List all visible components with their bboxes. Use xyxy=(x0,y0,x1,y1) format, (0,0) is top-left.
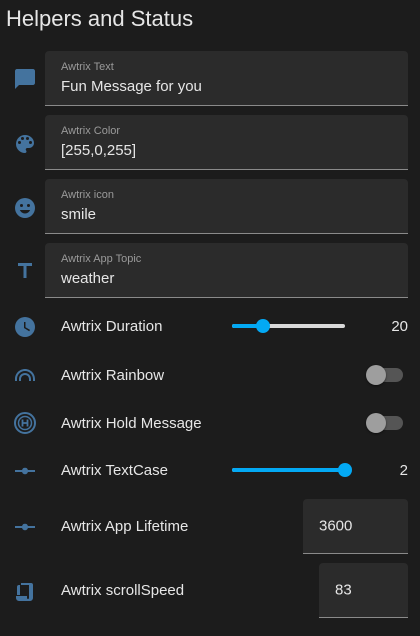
app-lifetime-input[interactable]: 3600 xyxy=(303,499,408,554)
awtrix-color-field[interactable]: Awtrix Color [255,0,255] xyxy=(45,115,408,170)
app-lifetime-label: Awtrix App Lifetime xyxy=(61,518,189,535)
rainbow-toggle[interactable] xyxy=(366,365,404,385)
hold-message-label: Awtrix Hold Message xyxy=(61,415,202,432)
format-text-icon xyxy=(12,258,38,284)
script-icon xyxy=(12,578,38,604)
field-label: Awtrix Color xyxy=(61,125,121,137)
duration-slider[interactable] xyxy=(232,316,345,336)
field-value[interactable]: [255,0,255] xyxy=(61,142,136,159)
textcase-value: 2 xyxy=(399,462,408,479)
duration-label: Awtrix Duration xyxy=(61,318,163,335)
message-icon xyxy=(12,66,38,92)
scrollspeed-label: Awtrix scrollSpeed xyxy=(61,582,185,599)
ray-vertex-icon xyxy=(12,458,38,484)
field-label: Awtrix App Topic xyxy=(61,253,142,265)
awtrix-icon-field[interactable]: Awtrix icon smile xyxy=(45,179,408,234)
slider-thumb[interactable] xyxy=(338,463,352,477)
field-label: Awtrix Text xyxy=(61,61,114,73)
textcase-label: Awtrix TextCase xyxy=(61,462,168,479)
scrollspeed-value[interactable]: 83 xyxy=(335,582,352,599)
duration-value: 20 xyxy=(391,318,408,335)
scrollspeed-input[interactable]: 83 xyxy=(319,563,408,618)
clock-icon xyxy=(12,314,38,340)
hold-message-toggle[interactable] xyxy=(366,413,404,433)
toggle-knob[interactable] xyxy=(366,365,386,385)
rainbow-label: Awtrix Rainbow xyxy=(61,367,165,384)
textcase-slider[interactable] xyxy=(232,460,352,480)
field-value[interactable]: weather xyxy=(61,270,114,287)
rainbow-icon xyxy=(12,362,38,388)
emoticon-icon xyxy=(12,195,38,221)
hold-circle-icon xyxy=(12,410,38,436)
app-lifetime-value[interactable]: 3600 xyxy=(319,518,352,535)
palette-icon xyxy=(12,131,38,157)
awtrix-text-field[interactable]: Awtrix Text Fun Message for you xyxy=(45,51,408,106)
slider-fill xyxy=(232,468,345,472)
slider-thumb[interactable] xyxy=(255,319,270,333)
ray-vertex-icon xyxy=(12,514,38,540)
field-label: Awtrix icon xyxy=(61,189,114,201)
card-title: Helpers and Status xyxy=(6,6,194,31)
toggle-knob[interactable] xyxy=(366,413,386,433)
field-value[interactable]: Fun Message for you xyxy=(61,78,202,95)
awtrix-app-topic-field[interactable]: Awtrix App Topic weather xyxy=(45,243,408,298)
field-value[interactable]: smile xyxy=(61,206,96,223)
